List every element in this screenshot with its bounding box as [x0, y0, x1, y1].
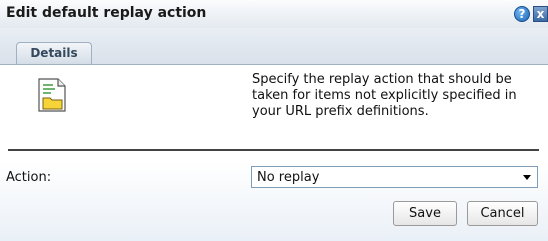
action-select-value: No replay	[257, 170, 320, 185]
dialog-titlebar: Edit default replay action ? x	[0, 0, 548, 29]
action-label: Action:	[6, 170, 52, 185]
chevron-down-icon	[523, 175, 531, 180]
document-folder-icon	[38, 78, 66, 112]
section-divider	[8, 149, 539, 151]
dialog-title: Edit default replay action	[6, 5, 207, 21]
tab-details[interactable]: Details	[16, 42, 92, 64]
description-text: Specify the replay action that should be…	[252, 72, 517, 119]
edit-default-replay-action-dialog: Edit default replay action ? x Details S…	[0, 0, 548, 241]
close-icon[interactable]: x	[533, 6, 548, 22]
cancel-button[interactable]: Cancel	[467, 201, 538, 226]
help-icon[interactable]: ?	[514, 6, 530, 22]
action-select[interactable]: No replay	[251, 166, 538, 188]
save-button[interactable]: Save	[393, 201, 457, 226]
